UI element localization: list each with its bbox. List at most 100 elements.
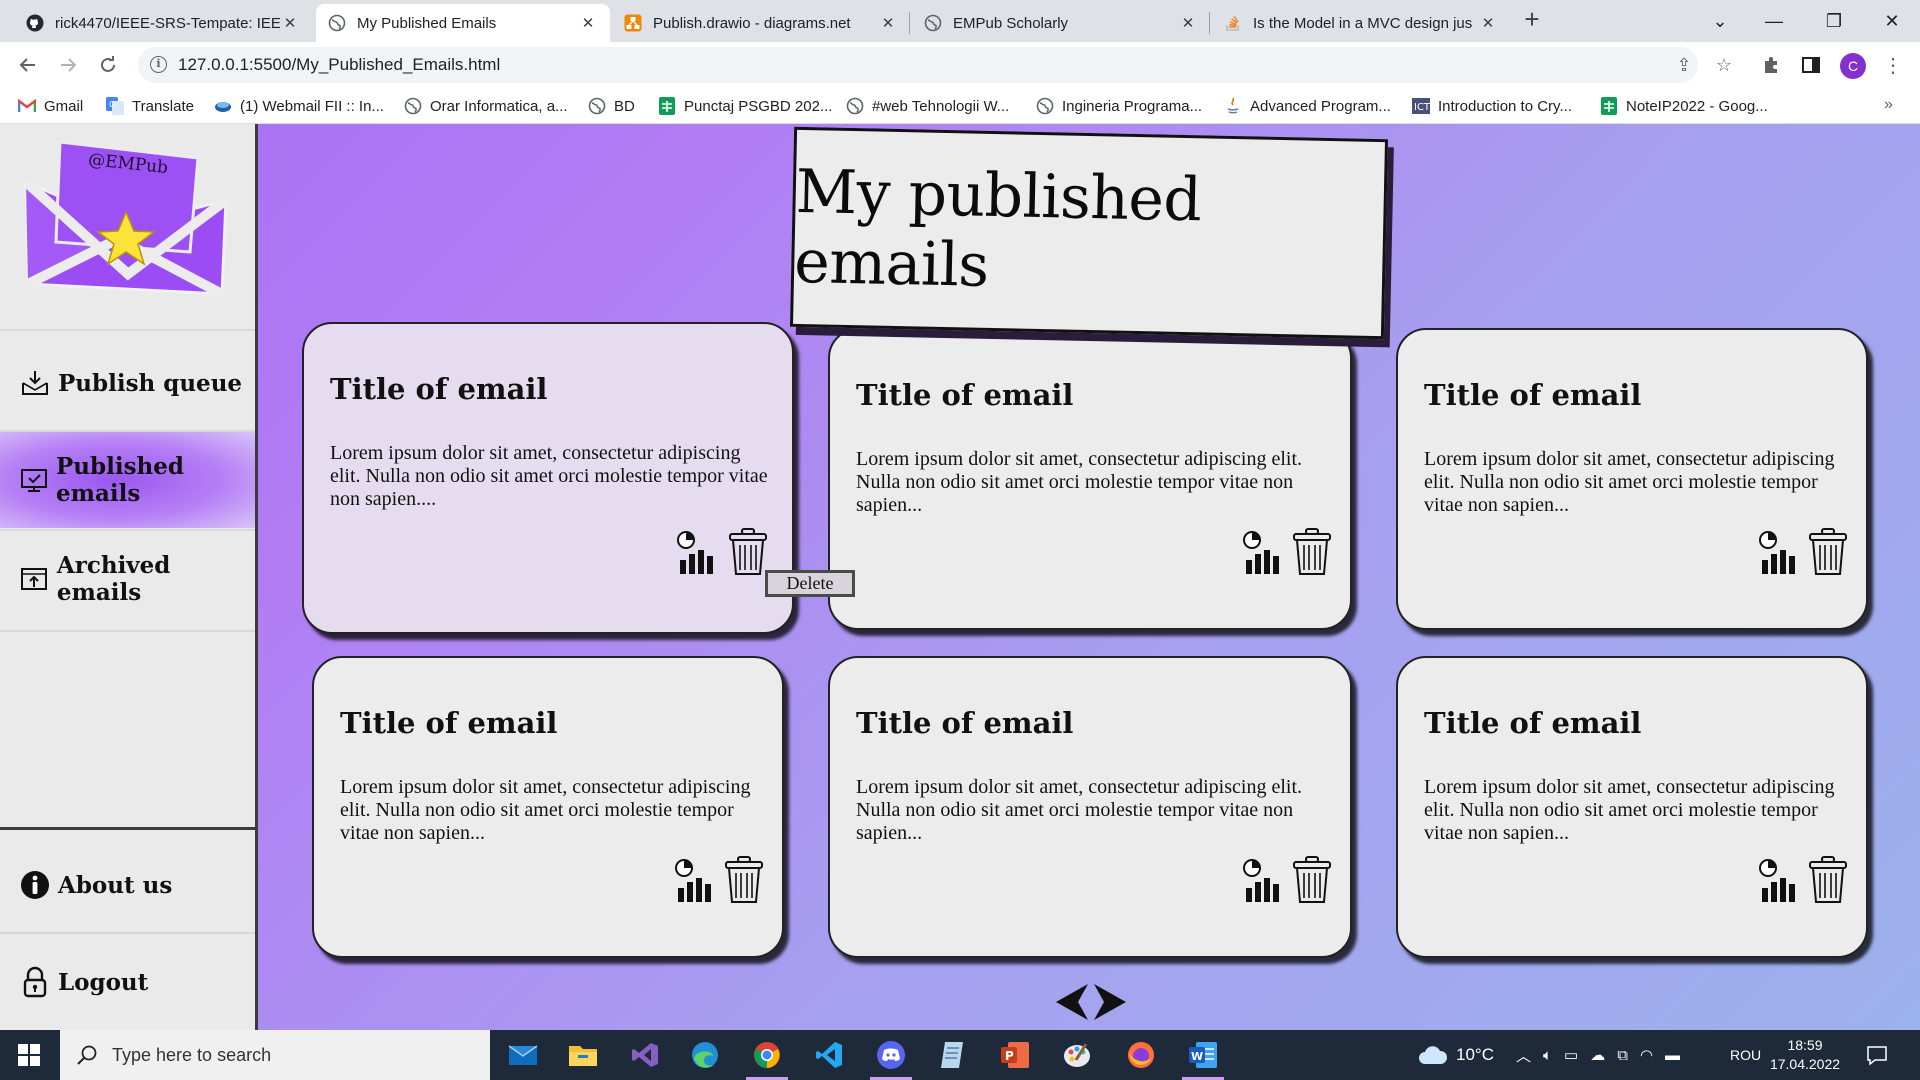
- stats-icon[interactable]: [1242, 530, 1286, 578]
- email-preview: Lorem ipsum dolor sit amet, consectetur …: [340, 776, 751, 844]
- bookmark-introduction-crypto[interactable]: ICT Introduction to Cry...: [1412, 96, 1572, 116]
- tab-title: Is the Model in a MVC design jus: [1253, 14, 1473, 32]
- address-bar[interactable]: i 127.0.0.1:5500/My_Published_Emails.htm…: [138, 47, 1732, 83]
- sidebar-item-published-emails[interactable]: Published emails: [0, 432, 255, 528]
- info-icon[interactable]: i: [150, 56, 167, 73]
- arrow-right-icon: [61, 58, 77, 72]
- bookmark-bd[interactable]: BD: [588, 96, 635, 116]
- bookmark-label: (1) Webmail FII :: In...: [240, 97, 384, 115]
- stats-icon[interactable]: [674, 858, 718, 906]
- email-card[interactable]: Title of email Lorem ipsum dolor sit ame…: [1396, 656, 1868, 958]
- bookmark-translate[interactable]: G Translate: [106, 96, 194, 116]
- wifi-icon[interactable]: ◠: [1640, 1046, 1653, 1064]
- visual-studio-icon[interactable]: [616, 1030, 674, 1080]
- sidebar-item-publish-queue[interactable]: Publish queue: [0, 335, 255, 431]
- tab-title: My Published Emails: [357, 14, 497, 32]
- volume-icon[interactable]: 🔈︎: [1543, 1047, 1552, 1064]
- trash-icon[interactable]: [724, 856, 768, 904]
- menu-kebab-icon[interactable]: ⋮: [1880, 52, 1906, 78]
- close-icon[interactable]: ✕: [1478, 14, 1498, 32]
- mail-icon[interactable]: [494, 1030, 552, 1080]
- firefox-icon[interactable]: [1112, 1030, 1170, 1080]
- tab-search-button[interactable]: ⌄: [1692, 0, 1748, 42]
- email-preview: Lorem ipsum dolor sit amet, consectetur …: [1424, 448, 1835, 516]
- email-card[interactable]: Title of email Lorem ipsum dolor sit ame…: [302, 322, 794, 634]
- email-card[interactable]: Title of email Lorem ipsum dolor sit ame…: [312, 656, 784, 958]
- meet-now-icon[interactable]: ▭: [1564, 1046, 1578, 1064]
- battery-icon[interactable]: ▬: [1665, 1047, 1680, 1064]
- close-icon[interactable]: ✕: [878, 14, 898, 32]
- stats-icon[interactable]: [1758, 858, 1802, 906]
- language-indicator[interactable]: ROU: [1730, 1030, 1761, 1080]
- bookmarks-overflow-icon[interactable]: »: [1884, 96, 1893, 114]
- bookmark-gmail[interactable]: Gmail: [18, 96, 83, 116]
- vscode-icon[interactable]: [800, 1030, 858, 1080]
- trash-icon[interactable]: [1292, 528, 1336, 576]
- restore-button[interactable]: ❐: [1806, 0, 1862, 42]
- display-icon[interactable]: ⧉: [1617, 1047, 1628, 1064]
- tab-stackoverflow[interactable]: Is the Model in a MVC design jus ✕: [1212, 4, 1510, 42]
- share-icon[interactable]: ⇪: [1672, 53, 1696, 77]
- bookmark-orar[interactable]: Orar Informatica, a...: [404, 96, 568, 116]
- stats-icon[interactable]: [1242, 858, 1286, 906]
- bookmark-noteip[interactable]: NoteIP2022 - Goog...: [1600, 96, 1768, 116]
- trash-icon[interactable]: [1808, 856, 1852, 904]
- url-text[interactable]: 127.0.0.1:5500/My_Published_Emails.html: [178, 55, 500, 75]
- file-explorer-icon[interactable]: [554, 1030, 612, 1080]
- close-icon[interactable]: ✕: [280, 14, 300, 32]
- side-panel-icon[interactable]: [1798, 52, 1824, 78]
- tab-my-published-emails[interactable]: My Published Emails ✕: [316, 4, 610, 42]
- forward-button[interactable]: [54, 51, 82, 79]
- taskbar-clock[interactable]: 18:59 17.04.2022: [1765, 1036, 1845, 1074]
- close-icon[interactable]: ✕: [578, 14, 598, 32]
- discord-icon[interactable]: [862, 1030, 920, 1080]
- reload-button[interactable]: [94, 51, 122, 79]
- email-card[interactable]: Title of email Lorem ipsum dolor sit ame…: [1396, 328, 1868, 630]
- close-icon[interactable]: ✕: [1178, 14, 1198, 32]
- trash-icon[interactable]: [1808, 528, 1852, 576]
- weather-widget[interactable]: 10°C: [1418, 1030, 1494, 1080]
- bookmark-web-tehnologii[interactable]: #web Tehnologii W...: [846, 96, 1009, 116]
- bookmark-advanced-program[interactable]: Advanced Program...: [1224, 96, 1391, 116]
- stats-icon[interactable]: [1758, 530, 1802, 578]
- taskbar-search[interactable]: Type here to search: [60, 1030, 490, 1080]
- paint-icon[interactable]: [1048, 1030, 1106, 1080]
- notification-icon[interactable]: [1866, 1030, 1888, 1080]
- chevron-up-icon[interactable]: ︿: [1516, 1045, 1531, 1066]
- chevron-left-icon[interactable]: [1054, 982, 1090, 1022]
- email-card[interactable]: Title of email Lorem ipsum dolor sit ame…: [828, 656, 1352, 958]
- sidebar-item-archived-emails[interactable]: Archived emails: [0, 531, 255, 627]
- bookmark-star-icon[interactable]: ☆: [1712, 53, 1736, 77]
- bookmark-webmail[interactable]: (1) Webmail FII :: In...: [214, 96, 384, 116]
- bookmark-ingineria[interactable]: Ingineria Programa...: [1036, 96, 1202, 116]
- stats-icon[interactable]: [676, 530, 720, 578]
- new-tab-button[interactable]: +: [1518, 6, 1546, 34]
- tab-github[interactable]: rick4470/IEEE-SRS-Tempate: IEEE ✕: [14, 4, 312, 42]
- delete-tooltip: Delete: [765, 570, 855, 597]
- email-title: Title of email: [330, 372, 548, 406]
- sidebar-item-about-us[interactable]: About us: [0, 837, 255, 933]
- bookmarks-bar: Gmail G Translate (1) Webmail FII :: In.…: [0, 88, 1920, 124]
- email-card[interactable]: Title of email Lorem ipsum dolor sit ame…: [828, 328, 1352, 630]
- profile-avatar[interactable]: C: [1840, 53, 1866, 79]
- word-icon[interactable]: W: [1174, 1030, 1232, 1080]
- windows-start-icon[interactable]: [0, 1030, 58, 1080]
- chevron-right-icon[interactable]: [1092, 982, 1128, 1022]
- notepad-icon[interactable]: [924, 1030, 982, 1080]
- empub-logo[interactable]: @EMPub: [18, 134, 232, 304]
- trash-icon[interactable]: [728, 528, 772, 576]
- close-window-button[interactable]: ✕: [1864, 0, 1920, 42]
- back-button[interactable]: [14, 51, 42, 79]
- onedrive-icon[interactable]: ☁︎: [1590, 1046, 1605, 1064]
- trash-icon[interactable]: [1292, 856, 1336, 904]
- powerpoint-icon[interactable]: P: [986, 1030, 1044, 1080]
- tab-drawio[interactable]: Publish.drawio - diagrams.net ✕: [612, 4, 910, 42]
- extensions-icon[interactable]: [1758, 52, 1784, 78]
- tab-empub-scholarly[interactable]: EMPub Scholarly ✕: [912, 4, 1210, 42]
- minimize-button[interactable]: —: [1746, 0, 1802, 42]
- chrome-icon[interactable]: [738, 1030, 796, 1080]
- bookmark-punctaj[interactable]: Punctaj PSGBD 202...: [658, 96, 832, 116]
- edge-icon[interactable]: [676, 1030, 734, 1080]
- sidebar-item-logout[interactable]: Logout: [0, 934, 255, 1030]
- clock-date: 17.04.2022: [1769, 1056, 1841, 1072]
